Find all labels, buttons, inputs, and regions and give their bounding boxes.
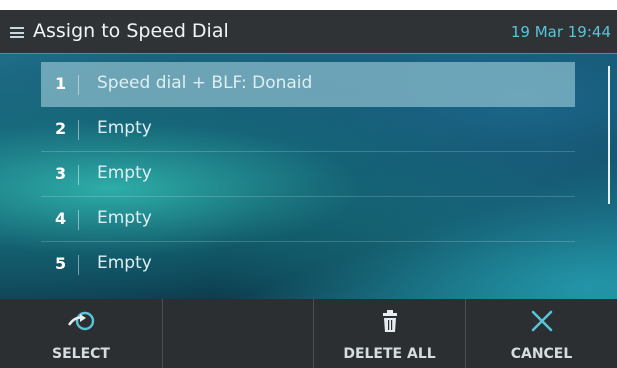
list-item-1[interactable]: 1 Speed dial + BLF: Donaid [41,62,575,107]
item-label: Empty [97,118,152,138]
divider [78,75,79,95]
close-icon [529,308,555,338]
speed-dial-list: 1 Speed dial + BLF: Donaid 2 Empty 3 Emp… [0,54,617,299]
list-item-3[interactable]: 3 Empty [41,152,575,197]
item-label: Empty [97,208,152,228]
date-time: 19 Mar 19:44 [510,23,611,41]
cancel-button[interactable]: CANCEL [466,299,617,368]
item-label: Empty [97,163,152,183]
item-number: 4 [55,209,67,228]
list-item-5[interactable]: 5 Empty [41,242,575,287]
divider [78,210,79,230]
divider [78,165,79,185]
phone-screen: Assign to Speed Dial 19 Mar 19:44 1 Spee… [0,10,617,368]
cancel-label: CANCEL [510,346,573,362]
divider [78,120,79,140]
list-item-4[interactable]: 4 Empty [41,197,575,242]
item-label: Speed dial + BLF: Donaid [97,73,313,93]
item-number: 3 [55,164,67,183]
delete-all-label: DELETE ALL [343,346,436,362]
item-number: 5 [55,254,67,273]
list-item-2[interactable]: 2 Empty [41,107,575,152]
empty-softkey [163,299,314,368]
list-menu-icon[interactable] [10,27,24,38]
select-label: SELECT [52,346,110,362]
select-arrow-icon [66,308,96,338]
select-button[interactable]: SELECT [0,299,163,368]
header-bar: Assign to Speed Dial 19 Mar 19:44 [0,10,617,54]
softkey-bar: SELECT DELETE ALL CANCEL [0,299,617,368]
item-number: 2 [55,119,67,138]
scrollbar[interactable] [608,66,610,204]
divider [78,255,79,275]
delete-all-button[interactable]: DELETE ALL [314,299,466,368]
trash-icon [380,308,400,338]
item-label: Empty [97,253,152,273]
item-number: 1 [55,74,67,93]
page-title: Assign to Speed Dial [33,20,229,42]
